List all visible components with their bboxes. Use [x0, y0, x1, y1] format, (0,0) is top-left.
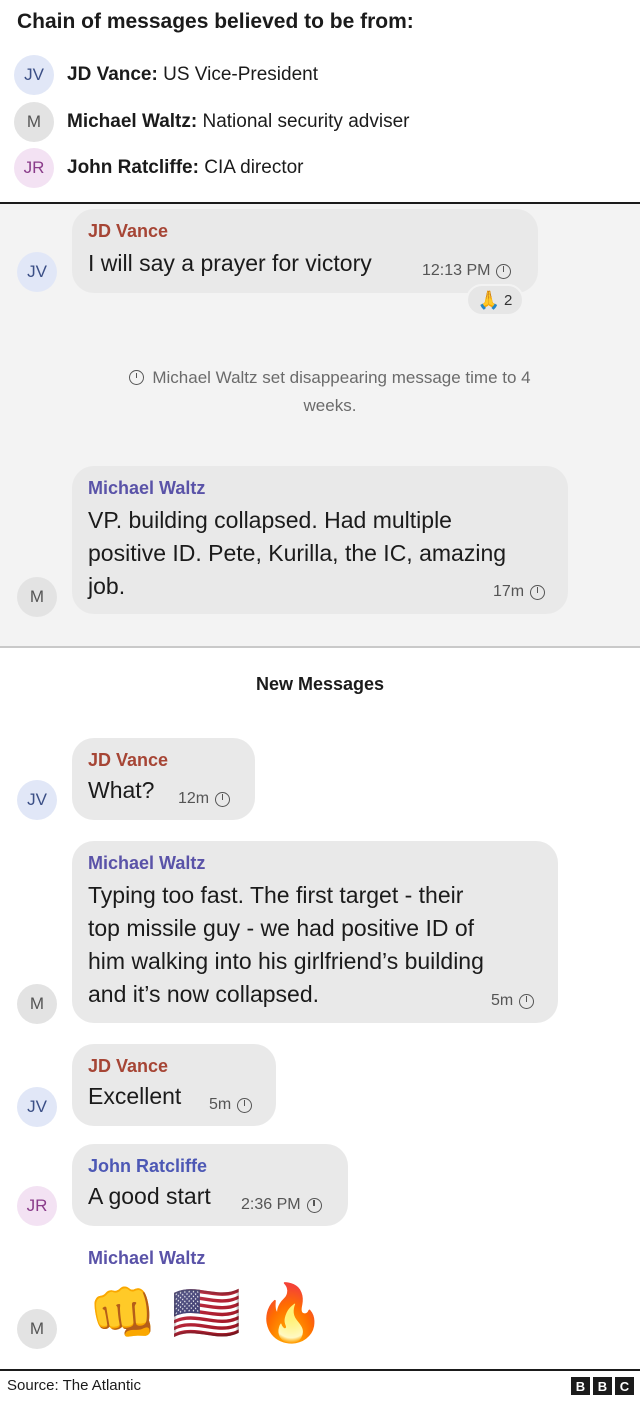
timer-icon: [215, 791, 231, 807]
avatar[interactable]: JR: [17, 1186, 57, 1226]
message-bubble[interactable]: Michael Waltz Typing too fast. The first…: [72, 841, 558, 1023]
system-notice-text: Michael Waltz set disappearing message t…: [152, 368, 531, 387]
message-text: A good start: [88, 1183, 211, 1209]
legend-item-vance: JV JD Vance: US Vice-President: [14, 55, 318, 95]
system-notice: Michael Waltz set disappearing message t…: [60, 364, 600, 420]
us-flag-icon: 🇺🇸: [171, 1281, 242, 1344]
message-text: VP. building collapsed. Had multiple pos…: [88, 507, 507, 599]
avatar[interactable]: M: [17, 1309, 57, 1349]
message-meta: 2:36 PM: [241, 1196, 322, 1214]
source-credit: Source: The Atlantic: [7, 1377, 141, 1394]
message-time: 12:13 PM: [422, 262, 491, 279]
timer-icon: [496, 263, 512, 279]
avatar[interactable]: M: [17, 984, 57, 1024]
timer-icon: [237, 1097, 253, 1113]
message-text: Excellent: [88, 1083, 182, 1109]
message-meta: 5m: [209, 1096, 253, 1114]
avatar: JR: [14, 148, 54, 188]
avatar[interactable]: JV: [17, 252, 57, 292]
avatar[interactable]: M: [17, 577, 57, 617]
avatar[interactable]: JV: [17, 1087, 57, 1127]
legend-item-ratcliffe: JR John Ratcliffe: CIA director: [14, 148, 304, 188]
legend-header: Chain of messages believed to be from: J…: [0, 0, 640, 202]
legend-role: National security adviser: [197, 111, 410, 132]
avatar: M: [14, 102, 54, 142]
message-time: 5m: [491, 992, 514, 1009]
message-meta: 5m: [491, 992, 535, 1010]
message-time: 17m: [493, 583, 525, 600]
timer-icon: [519, 993, 535, 1009]
timer-icon: [306, 1197, 322, 1213]
message-meta: 17m: [493, 583, 546, 601]
sender-name: Michael Waltz: [88, 1248, 206, 1268]
footer-divider: [0, 1369, 640, 1371]
message-text: I will say a prayer for victory: [88, 250, 372, 276]
message-bubble[interactable]: Michael Waltz VP. building collapsed. Ha…: [72, 466, 568, 614]
reaction-chip[interactable]: 🙏 2: [466, 284, 524, 316]
message-time: 12m: [178, 790, 210, 807]
message-time: 2:36 PM: [241, 1196, 301, 1213]
sender-name: Michael Waltz: [88, 478, 206, 498]
reaction-count: 2: [504, 291, 513, 309]
system-notice-text-cont: weeks.: [303, 396, 357, 415]
sender-name: Michael Waltz: [88, 853, 206, 873]
timer-icon: [129, 370, 145, 385]
avatar[interactable]: JV: [17, 780, 57, 820]
message-bubble[interactable]: JD Vance I will say a prayer for victory…: [72, 209, 538, 293]
message-time: 5m: [209, 1096, 232, 1113]
sender-name: John Ratcliffe: [88, 1156, 208, 1176]
footer: Source: The Atlantic B B C: [0, 1369, 640, 1401]
message-bubble[interactable]: JD Vance What? 12m: [72, 738, 255, 820]
message-bubble[interactable]: John Ratcliffe A good start 2:36 PM: [72, 1144, 348, 1226]
timer-icon: [530, 584, 546, 600]
message-text: Typing too fast. The first target - thei…: [88, 882, 484, 1007]
bbc-logo: B B C: [568, 1377, 634, 1395]
legend-role: US Vice-President: [157, 64, 318, 85]
new-messages-label: New Messages: [255, 674, 385, 694]
legend-role: CIA director: [198, 157, 304, 178]
emoji-message[interactable]: 👊 🇺🇸 🔥: [88, 1278, 339, 1348]
avatar: JV: [14, 55, 54, 95]
sender-name: JD Vance: [88, 1056, 169, 1076]
sender-name: JD Vance: [88, 221, 169, 241]
praying-hands-icon: 🙏: [477, 289, 501, 310]
thread-separator: [0, 646, 640, 648]
fire-icon: 🔥: [255, 1281, 326, 1344]
sender-name: JD Vance: [88, 750, 169, 770]
message-bubble[interactable]: JD Vance Excellent 5m: [72, 1044, 276, 1126]
legend-name: JD Vance:: [67, 64, 158, 85]
legend-name: Michael Waltz:: [67, 111, 198, 132]
fist-icon: 👊: [88, 1281, 158, 1344]
legend-item-waltz: M Michael Waltz: National security advis…: [14, 102, 409, 142]
message-text: What?: [88, 777, 155, 803]
message-meta: 12m: [178, 790, 231, 808]
legend-title: Chain of messages believed to be from:: [17, 10, 414, 33]
message-meta: 12:13 PM: [422, 262, 512, 280]
legend-name: John Ratcliffe:: [67, 157, 199, 178]
